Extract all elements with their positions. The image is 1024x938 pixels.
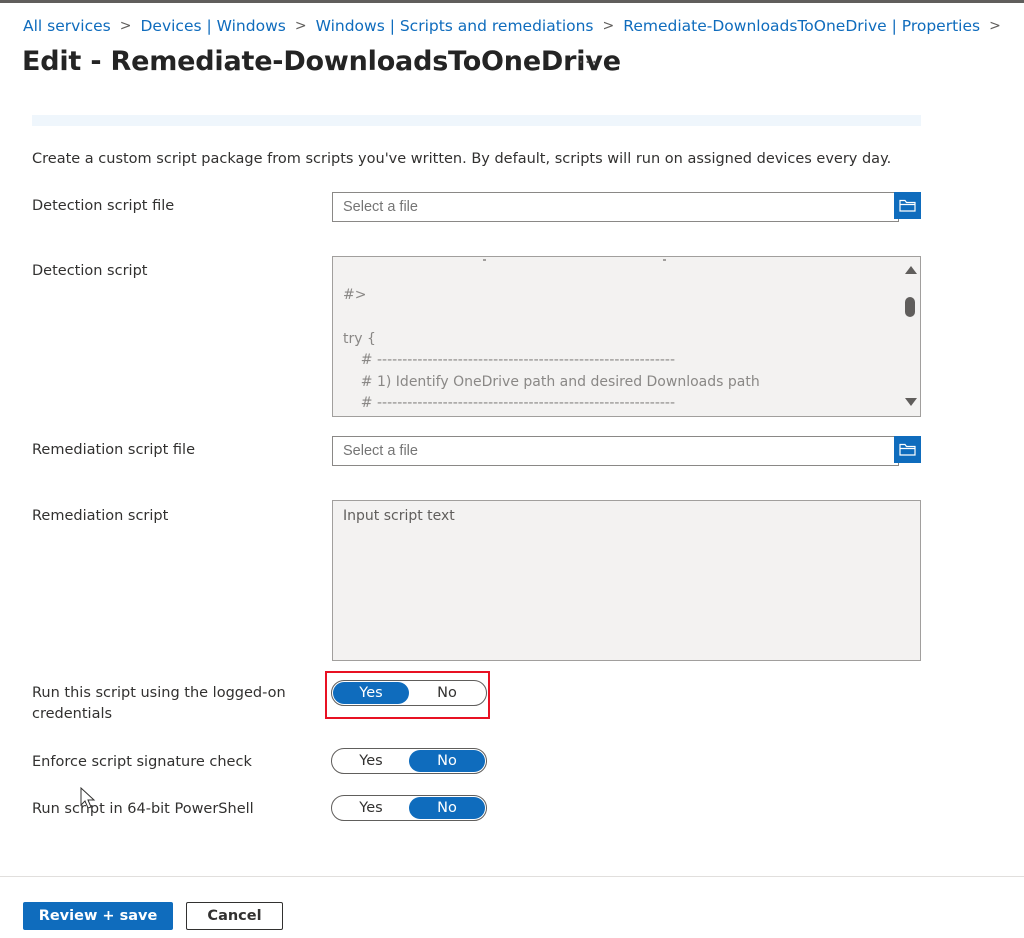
breadcrumb: All services > Devices | Windows > Windo…: [23, 14, 1010, 38]
logged-on-credentials-label: Run this script using the logged-on cred…: [32, 683, 286, 725]
page-description: Create a custom script package from scri…: [32, 151, 892, 167]
toggle-yes-option[interactable]: Yes: [333, 750, 409, 772]
detection-browse-button[interactable]: [894, 192, 921, 219]
cut-off-text-line: [483, 259, 666, 261]
remediation-script-file-input[interactable]: [332, 436, 899, 466]
breadcrumb-scripts-remediations[interactable]: Windows | Scripts and remediations: [316, 17, 594, 35]
chevron-right-icon: >: [119, 18, 132, 34]
page-title: Edit - Remediate-DownloadsToOneDrive: [22, 46, 621, 77]
info-bar: [32, 115, 921, 126]
code-line: # --------------------------------------…: [343, 352, 676, 368]
scrollbar-thumb[interactable]: [905, 297, 915, 317]
logged-on-label-line1: Run this script using the logged-on: [32, 685, 286, 701]
vertical-scrollbar[interactable]: [900, 257, 920, 416]
mouse-pointer-icon: [80, 787, 96, 809]
remediation-script-placeholder: Input script text: [343, 508, 455, 524]
highlight-box: [325, 671, 490, 719]
breadcrumb-devices-windows[interactable]: Devices | Windows: [140, 17, 285, 35]
detection-script-file-label: Detection script file: [32, 198, 175, 214]
detection-script-file-input[interactable]: [332, 192, 899, 222]
powershell-64-toggle[interactable]: Yes No: [331, 795, 487, 821]
code-line: # 1) Identify OneDrive path and desired …: [343, 374, 760, 390]
powershell-64-label: Run script in 64-bit PowerShell: [32, 801, 254, 817]
chevron-up-icon[interactable]: [905, 266, 917, 274]
signature-check-toggle[interactable]: Yes No: [331, 748, 487, 774]
remediation-script-file-label: Remediation script file: [32, 442, 195, 458]
breadcrumb-properties[interactable]: Remediate-DownloadsToOneDrive | Properti…: [623, 17, 980, 35]
chevron-down-icon[interactable]: [905, 398, 917, 406]
review-save-button[interactable]: Review + save: [23, 902, 173, 930]
code-line: #>: [343, 287, 367, 303]
chevron-right-icon: >: [294, 18, 307, 34]
footer-divider: [0, 876, 1024, 877]
signature-check-label: Enforce script signature check: [32, 754, 252, 770]
chevron-right-icon: >: [602, 18, 615, 34]
remediation-script-label: Remediation script: [32, 508, 169, 524]
toggle-yes-option[interactable]: Yes: [333, 797, 409, 819]
code-line: # --------------------------------------…: [343, 395, 676, 411]
folder-icon: [899, 443, 916, 456]
code-line: try {: [343, 331, 376, 347]
chevron-right-icon: >: [989, 18, 1001, 34]
more-options-button[interactable]: ···: [578, 52, 598, 73]
detection-script-label: Detection script: [32, 263, 148, 279]
logged-on-label-line2: credentials: [32, 706, 113, 722]
remediation-script-editor[interactable]: Input script text: [332, 500, 921, 661]
remediation-browse-button[interactable]: [894, 436, 921, 463]
toggle-no-option[interactable]: No: [409, 750, 485, 772]
cancel-button[interactable]: Cancel: [186, 902, 283, 930]
detection-script-editor[interactable]: #> try { # -----------------------------…: [332, 256, 921, 417]
folder-icon: [899, 199, 916, 212]
breadcrumb-all-services[interactable]: All services: [23, 17, 111, 35]
top-bar: [0, 0, 1024, 3]
toggle-no-option[interactable]: No: [409, 797, 485, 819]
